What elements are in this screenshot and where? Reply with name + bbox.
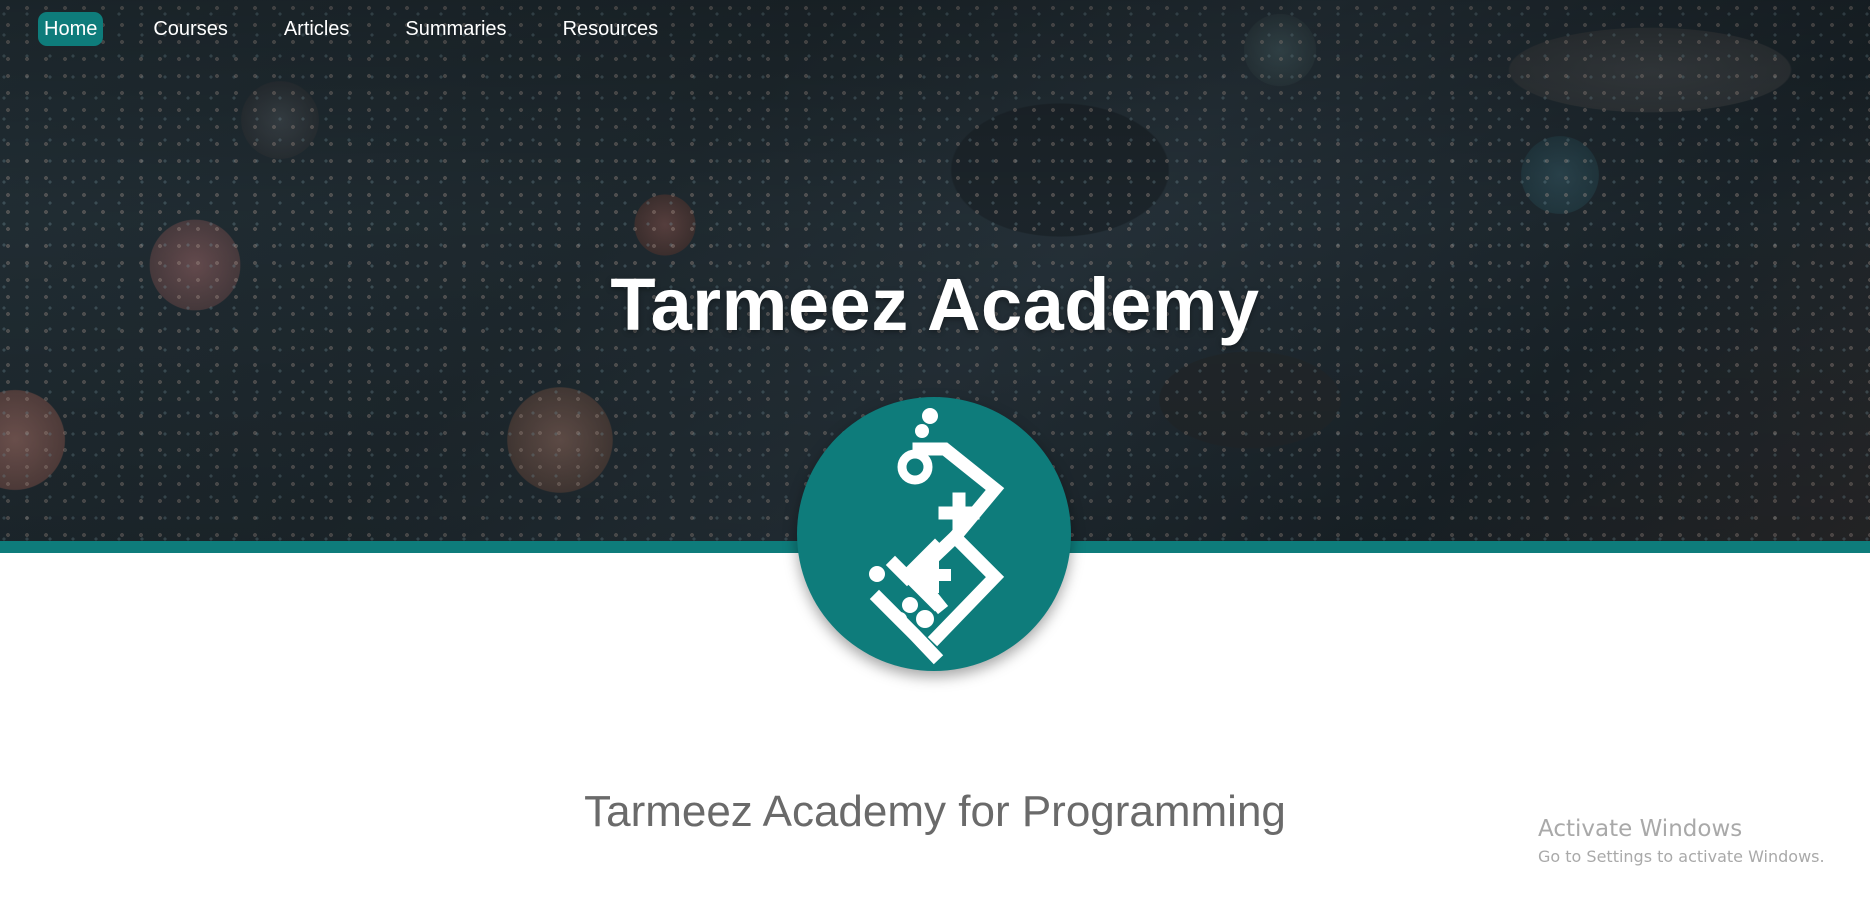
hero-title: Tarmeez Academy [610,263,1260,346]
main-nav: Home Courses Articles Summaries Resource… [38,12,708,46]
academy-logo [797,397,1071,671]
nav-articles[interactable]: Articles [278,12,356,46]
tarmeez-logo-icon [869,408,1005,665]
activate-windows-subtitle: Go to Settings to activate Windows. [1538,847,1825,866]
nav-courses[interactable]: Courses [147,12,233,46]
nav-summaries[interactable]: Summaries [399,12,512,46]
activate-windows-title: Activate Windows [1538,816,1743,842]
windows-activation-watermark: Activate Windows Go to Settings to activ… [1538,815,1825,869]
nav-resources[interactable]: Resources [557,12,665,46]
nav-home[interactable]: Home [38,12,104,46]
page: Home Courses Articles Summaries Resource… [0,0,1870,901]
